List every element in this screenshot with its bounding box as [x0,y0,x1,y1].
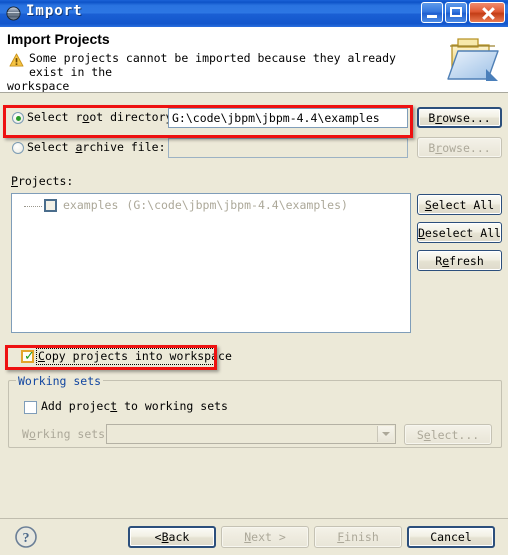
maximize-button[interactable] [445,2,467,23]
chevron-down-icon[interactable] [377,426,394,442]
copy-projects-checkbox[interactable]: ✓ [21,350,35,363]
close-button[interactable] [469,2,505,23]
minimize-button[interactable] [421,2,443,23]
project-name: examples [63,198,119,212]
select-all-button[interactable]: Select All [417,194,502,215]
project-checkbox[interactable] [44,198,57,212]
refresh-button[interactable]: Re fresh [417,250,502,271]
svg-text:?: ? [23,531,30,546]
window-titlebar: Import [0,0,508,28]
list-item[interactable]: examples (G:\code\jbpm\jbpm-4.4\examples… [12,198,348,212]
back-button[interactable]: < Back [128,526,216,548]
next-button[interactable]: Next > [221,526,309,548]
wizard-footer: ? < Back Next > Finish Cancel [0,518,508,555]
open-folder-icon [447,38,499,81]
add-project-to-working-sets-checkbox[interactable] [24,401,37,414]
browse-directory-button[interactable]: Br owse... [417,107,502,128]
label-projects: Projects: [11,174,74,188]
window-title: Import [26,3,83,19]
archive-file-input[interactable] [168,138,408,158]
project-path: (G:\code\jbpm\jbpm-4.4\examples) [126,198,348,212]
warning-message-line1: Some projects cannot be imported because… [29,51,396,79]
root-directory-input[interactable]: G:\code\jbpm\jbpm-4.4\examples [168,108,408,128]
tree-connector-icon [24,205,42,207]
label-select-root-directory: Select root directory: [27,110,180,124]
warning-triangle-icon [9,53,24,67]
wizard-header: Import Projects Some projects cannot be … [0,27,508,93]
projects-list[interactable]: examples (G:\code\jbpm\jbpm-4.4\examples… [11,193,411,333]
wizard-body: Select root directory: G:\code\jbpm\jbpm… [0,93,508,518]
label-select-archive-file: Select archive file: [27,140,166,154]
deselect-all-button[interactable]: Deselect All [417,222,502,243]
page-title: Import Projects [7,31,110,47]
sphere-icon [6,6,21,21]
label-working-sets: Working sets: [22,427,113,441]
window-controls [421,2,505,23]
warning-message: Some projects cannot be imported because… [7,51,429,92]
browse-archive-button[interactable]: Br owse... [417,137,502,158]
help-question-icon[interactable]: ? [14,525,38,549]
label-add-project-to-working-sets: Add project to working sets [41,399,228,413]
working-sets-combo[interactable] [106,424,396,444]
warning-message-line2: workspace [7,79,70,93]
cancel-button[interactable]: Cancel [407,526,495,548]
radio-select-archive-file[interactable] [12,142,24,154]
import-wizard-dialog: Import Import Projects Some projects can… [0,0,508,555]
label-copy-projects: Copy projects into workspace [38,349,232,363]
working-sets-group-title: Working sets [16,374,104,388]
working-sets-select-button[interactable]: Se lect... [404,424,492,445]
radio-select-root-directory[interactable] [12,112,24,124]
finish-button[interactable]: Finish [314,526,402,548]
